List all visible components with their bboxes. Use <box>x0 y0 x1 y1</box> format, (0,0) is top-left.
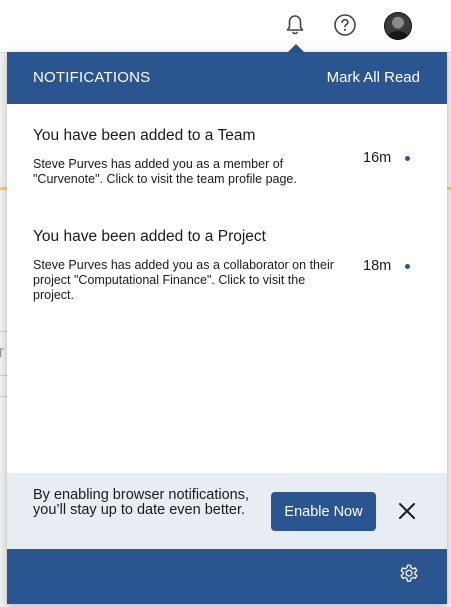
avatar-silhouette <box>388 31 408 40</box>
help-circle-icon[interactable] <box>331 11 359 39</box>
bell-icon[interactable] <box>281 11 309 39</box>
enable-now-button[interactable]: Enable Now <box>271 492 376 531</box>
background-accent-line <box>447 187 451 190</box>
enable-notifications-bar: By enabling browser notifications, you’l… <box>7 473 447 549</box>
close-icon[interactable] <box>395 499 419 523</box>
notification-title: You have been added to a Project <box>33 228 266 245</box>
background-accent-line <box>0 187 7 190</box>
unread-indicator <box>405 264 410 269</box>
gear-icon[interactable] <box>397 561 421 585</box>
background-text-fragment: T <box>0 346 5 360</box>
background-divider <box>0 331 7 332</box>
notification-title: You have been added to a Team <box>33 127 256 144</box>
notification-item[interactable]: You have been added to a Team Steve Purv… <box>33 127 423 186</box>
background-divider <box>0 375 7 376</box>
notifications-panel: NOTIFICATIONS Mark All Read You have bee… <box>7 52 447 604</box>
enable-notifications-text: By enabling browser notifications, you’l… <box>33 487 250 518</box>
unread-indicator <box>405 156 410 161</box>
notification-body: Steve Purves has added you as a member o… <box>33 157 297 186</box>
panel-header: NOTIFICATIONS Mark All Read <box>7 52 447 104</box>
notification-item[interactable]: You have been added to a Project Steve P… <box>33 228 423 302</box>
panel-footer <box>7 549 447 604</box>
panel-title: NOTIFICATIONS <box>33 69 151 86</box>
user-avatar[interactable] <box>384 12 412 40</box>
background-divider <box>0 396 7 397</box>
notification-time: 18m <box>363 258 392 274</box>
panel-caret <box>288 44 304 52</box>
mark-all-read-button[interactable]: Mark All Read <box>327 69 420 86</box>
app-header <box>0 0 451 53</box>
notification-time: 16m <box>363 150 392 166</box>
notification-body: Steve Purves has added you as a collabor… <box>33 258 334 302</box>
